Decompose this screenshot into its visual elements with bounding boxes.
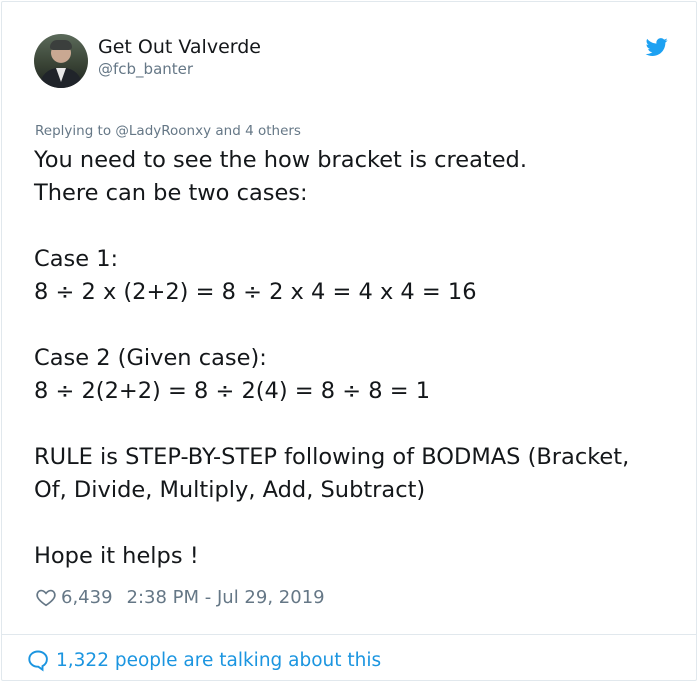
conversation-link[interactable]: 1,322 people are talking about this — [26, 647, 381, 673]
tweet-line: Hope it helps ! — [34, 543, 199, 569]
author-handle[interactable]: @fcb_banter — [98, 60, 193, 78]
tweet-line: Case 2 (Given case): — [34, 345, 267, 371]
tweet-line: 8 ÷ 2(2+2) = 8 ÷ 2(4) = 8 ÷ 8 = 1 — [34, 378, 431, 404]
replying-suffix[interactable]: and 4 others — [215, 123, 301, 139]
conversation-count-text[interactable]: 1,322 people are talking about this — [56, 650, 381, 671]
author-display-name[interactable]: Get Out Valverde — [98, 36, 261, 58]
divider — [2, 634, 696, 635]
tweet-line — [34, 210, 684, 243]
tweet-line: Of, Divide, Multiply, Add, Subtract) — [34, 477, 426, 503]
like-count[interactable]: 6,439 — [61, 587, 113, 608]
speech-bubble-icon — [28, 650, 48, 672]
tweet-timestamp[interactable]: 2:38 PM - Jul 29, 2019 — [127, 587, 325, 608]
tweet-line: RULE is STEP-BY-STEP following of BODMAS… — [34, 444, 630, 470]
replying-prefix: Replying to — [35, 123, 112, 139]
heart-icon[interactable] — [35, 586, 57, 608]
replying-mention-link[interactable]: @LadyRoonxy — [115, 123, 211, 139]
tweet-text: You need to see the how bracket is creat… — [34, 144, 684, 573]
tweet-line — [34, 408, 684, 441]
tweet-line — [34, 309, 684, 342]
avatar[interactable] — [34, 34, 88, 88]
tweet-line — [34, 507, 684, 540]
tweet-card: Get Out Valverde @fcb_banter Replying to… — [1, 1, 697, 681]
twitter-bird-icon[interactable] — [644, 36, 670, 58]
tweet-meta: 6,439 2:38 PM - Jul 29, 2019 — [35, 585, 325, 609]
tweet-line: 8 ÷ 2 x (2+2) = 8 ÷ 2 x 4 = 4 x 4 = 16 — [34, 279, 477, 305]
tweet-line: Case 1: — [34, 246, 119, 272]
tweet-line: There can be two cases: — [34, 180, 308, 206]
tweet-line: You need to see the how bracket is creat… — [34, 147, 527, 173]
replying-to: Replying to @LadyRoonxy and 4 others — [35, 123, 301, 139]
